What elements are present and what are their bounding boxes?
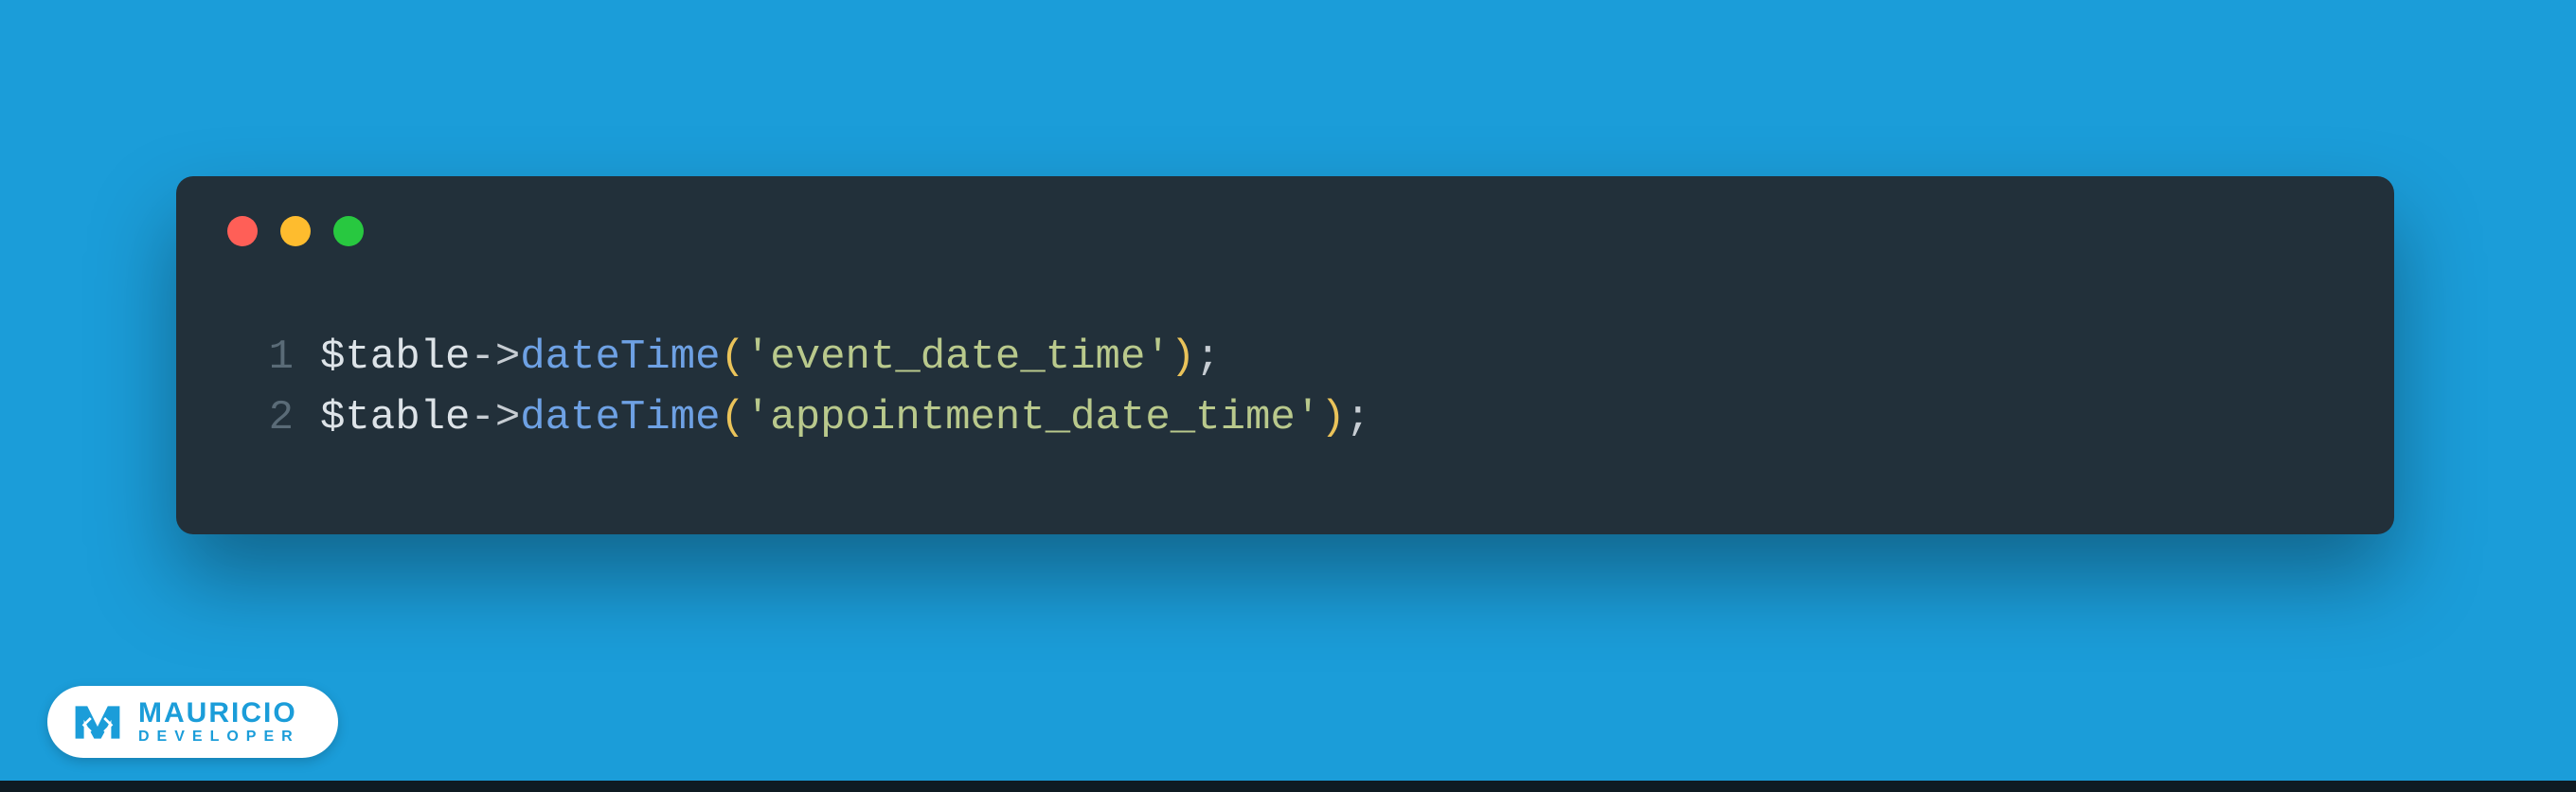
token-semicolon: ; [1346, 388, 1370, 449]
token-paren: ) [1171, 328, 1195, 388]
token-variable: $table [320, 388, 470, 449]
token-string: 'appointment_date_time' [745, 388, 1320, 449]
window-controls [227, 216, 364, 246]
code-window: 1 $table -> dateTime ( 'event_date_time'… [176, 176, 2394, 534]
brand-name: MAURICIO [138, 699, 300, 728]
line-number: 2 [259, 388, 320, 449]
minimize-icon[interactable] [280, 216, 311, 246]
token-paren: ( [720, 388, 744, 449]
code-line: 2 $table -> dateTime ( 'appointment_date… [259, 388, 1370, 449]
token-arrow: -> [470, 328, 520, 388]
token-arrow: -> [470, 388, 520, 449]
brand-text: MAURICIO DEVELOPER [138, 699, 300, 745]
token-paren: ( [720, 328, 744, 388]
token-method: dateTime [520, 328, 720, 388]
code-line: 1 $table -> dateTime ( 'event_date_time'… [259, 328, 1370, 388]
maximize-icon[interactable] [333, 216, 364, 246]
code-area: 1 $table -> dateTime ( 'event_date_time'… [259, 328, 1370, 449]
bottom-bar [0, 781, 2576, 792]
brand-badge: MAURICIO DEVELOPER [47, 686, 338, 758]
line-number: 1 [259, 328, 320, 388]
token-string: 'event_date_time' [745, 328, 1171, 388]
token-variable: $table [320, 328, 470, 388]
token-semicolon: ; [1195, 328, 1220, 388]
close-icon[interactable] [227, 216, 258, 246]
token-method: dateTime [520, 388, 720, 449]
token-paren: ) [1320, 388, 1345, 449]
brand-subtitle: DEVELOPER [138, 729, 300, 745]
brand-logo-icon [72, 701, 123, 742]
